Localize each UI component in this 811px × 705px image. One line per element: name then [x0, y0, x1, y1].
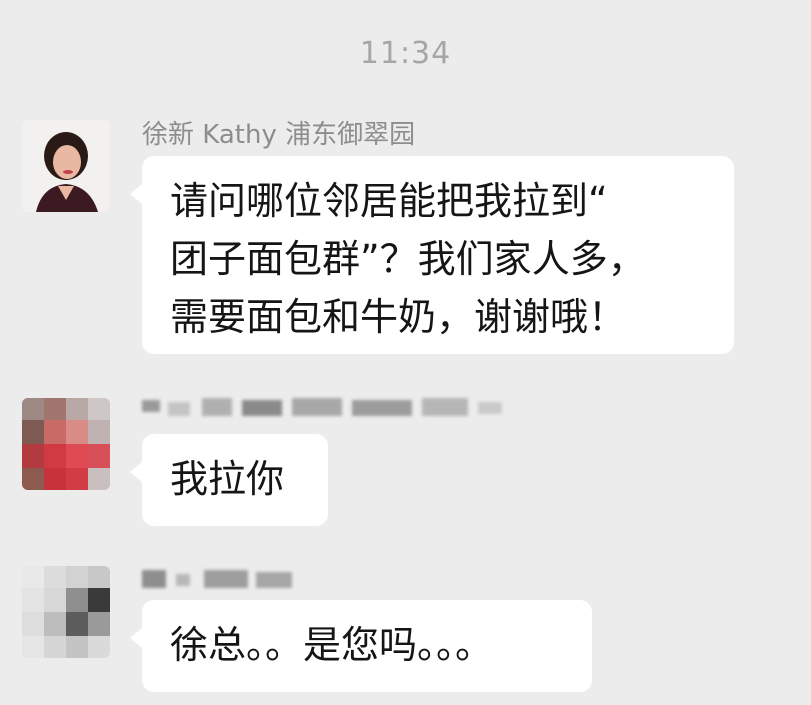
message-bubble[interactable]: 我拉你 — [130, 434, 328, 526]
blurred-avatar-red[interactable] — [22, 398, 110, 490]
message-bubble[interactable]: 请问哪位邻居能把我拉到“ 团子面包群”？我们家人多， 需要面包和牛奶，谢谢哦！ — [130, 156, 734, 354]
sender-name-blurred — [142, 566, 312, 592]
blurred-avatar-gray[interactable] — [22, 566, 110, 658]
message-text: 徐总。。是您吗。。。 — [170, 623, 494, 667]
chat-timestamp: 11:34 — [359, 36, 452, 71]
message-text: 我拉你 — [170, 457, 285, 501]
woman-portrait-avatar[interactable] — [22, 120, 110, 212]
message-text: 请问哪位邻居能把我拉到“ 团子面包群”？我们家人多， 需要面包和牛奶，谢谢哦！ — [170, 179, 646, 339]
sender-name: 徐新 Kathy 浦东御翠园 — [142, 120, 416, 150]
sender-name-blurred — [142, 394, 512, 420]
portrait-icon — [22, 120, 110, 212]
message-bubble[interactable]: 徐总。。是您吗。。。 — [130, 600, 592, 692]
